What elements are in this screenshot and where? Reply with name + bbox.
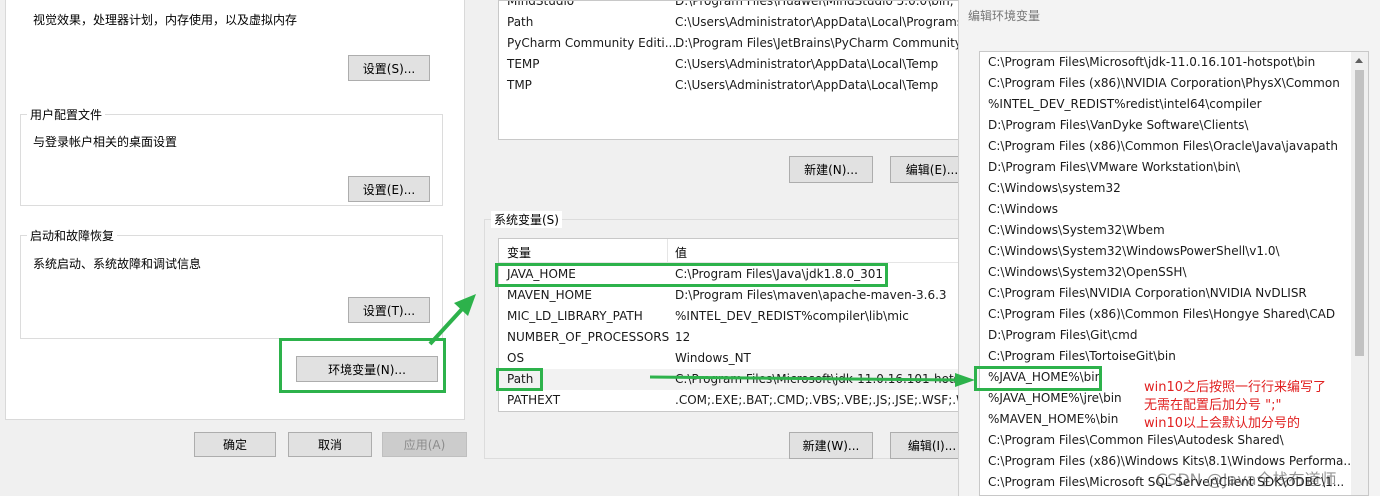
arrow-path-to-javahome-bin — [649, 373, 975, 387]
csdn-watermark: CSDN @Java全栈布道师 — [1156, 470, 1337, 489]
window-footer — [0, 469, 268, 496]
annotation-note: win10之后按照一行行来编写了 无需在配置后加分号 ";" win10以上会默… — [1144, 379, 1326, 433]
arrow-env-to-sysvars — [428, 294, 476, 346]
annotation-line-1: win10之后按照一行行来编写了 — [1144, 380, 1327, 395]
annotation-line-3: win10以上会默认加分号的 — [1144, 416, 1301, 431]
annotation-line-2: 无需在配置后加分号 ";" — [1144, 398, 1282, 413]
